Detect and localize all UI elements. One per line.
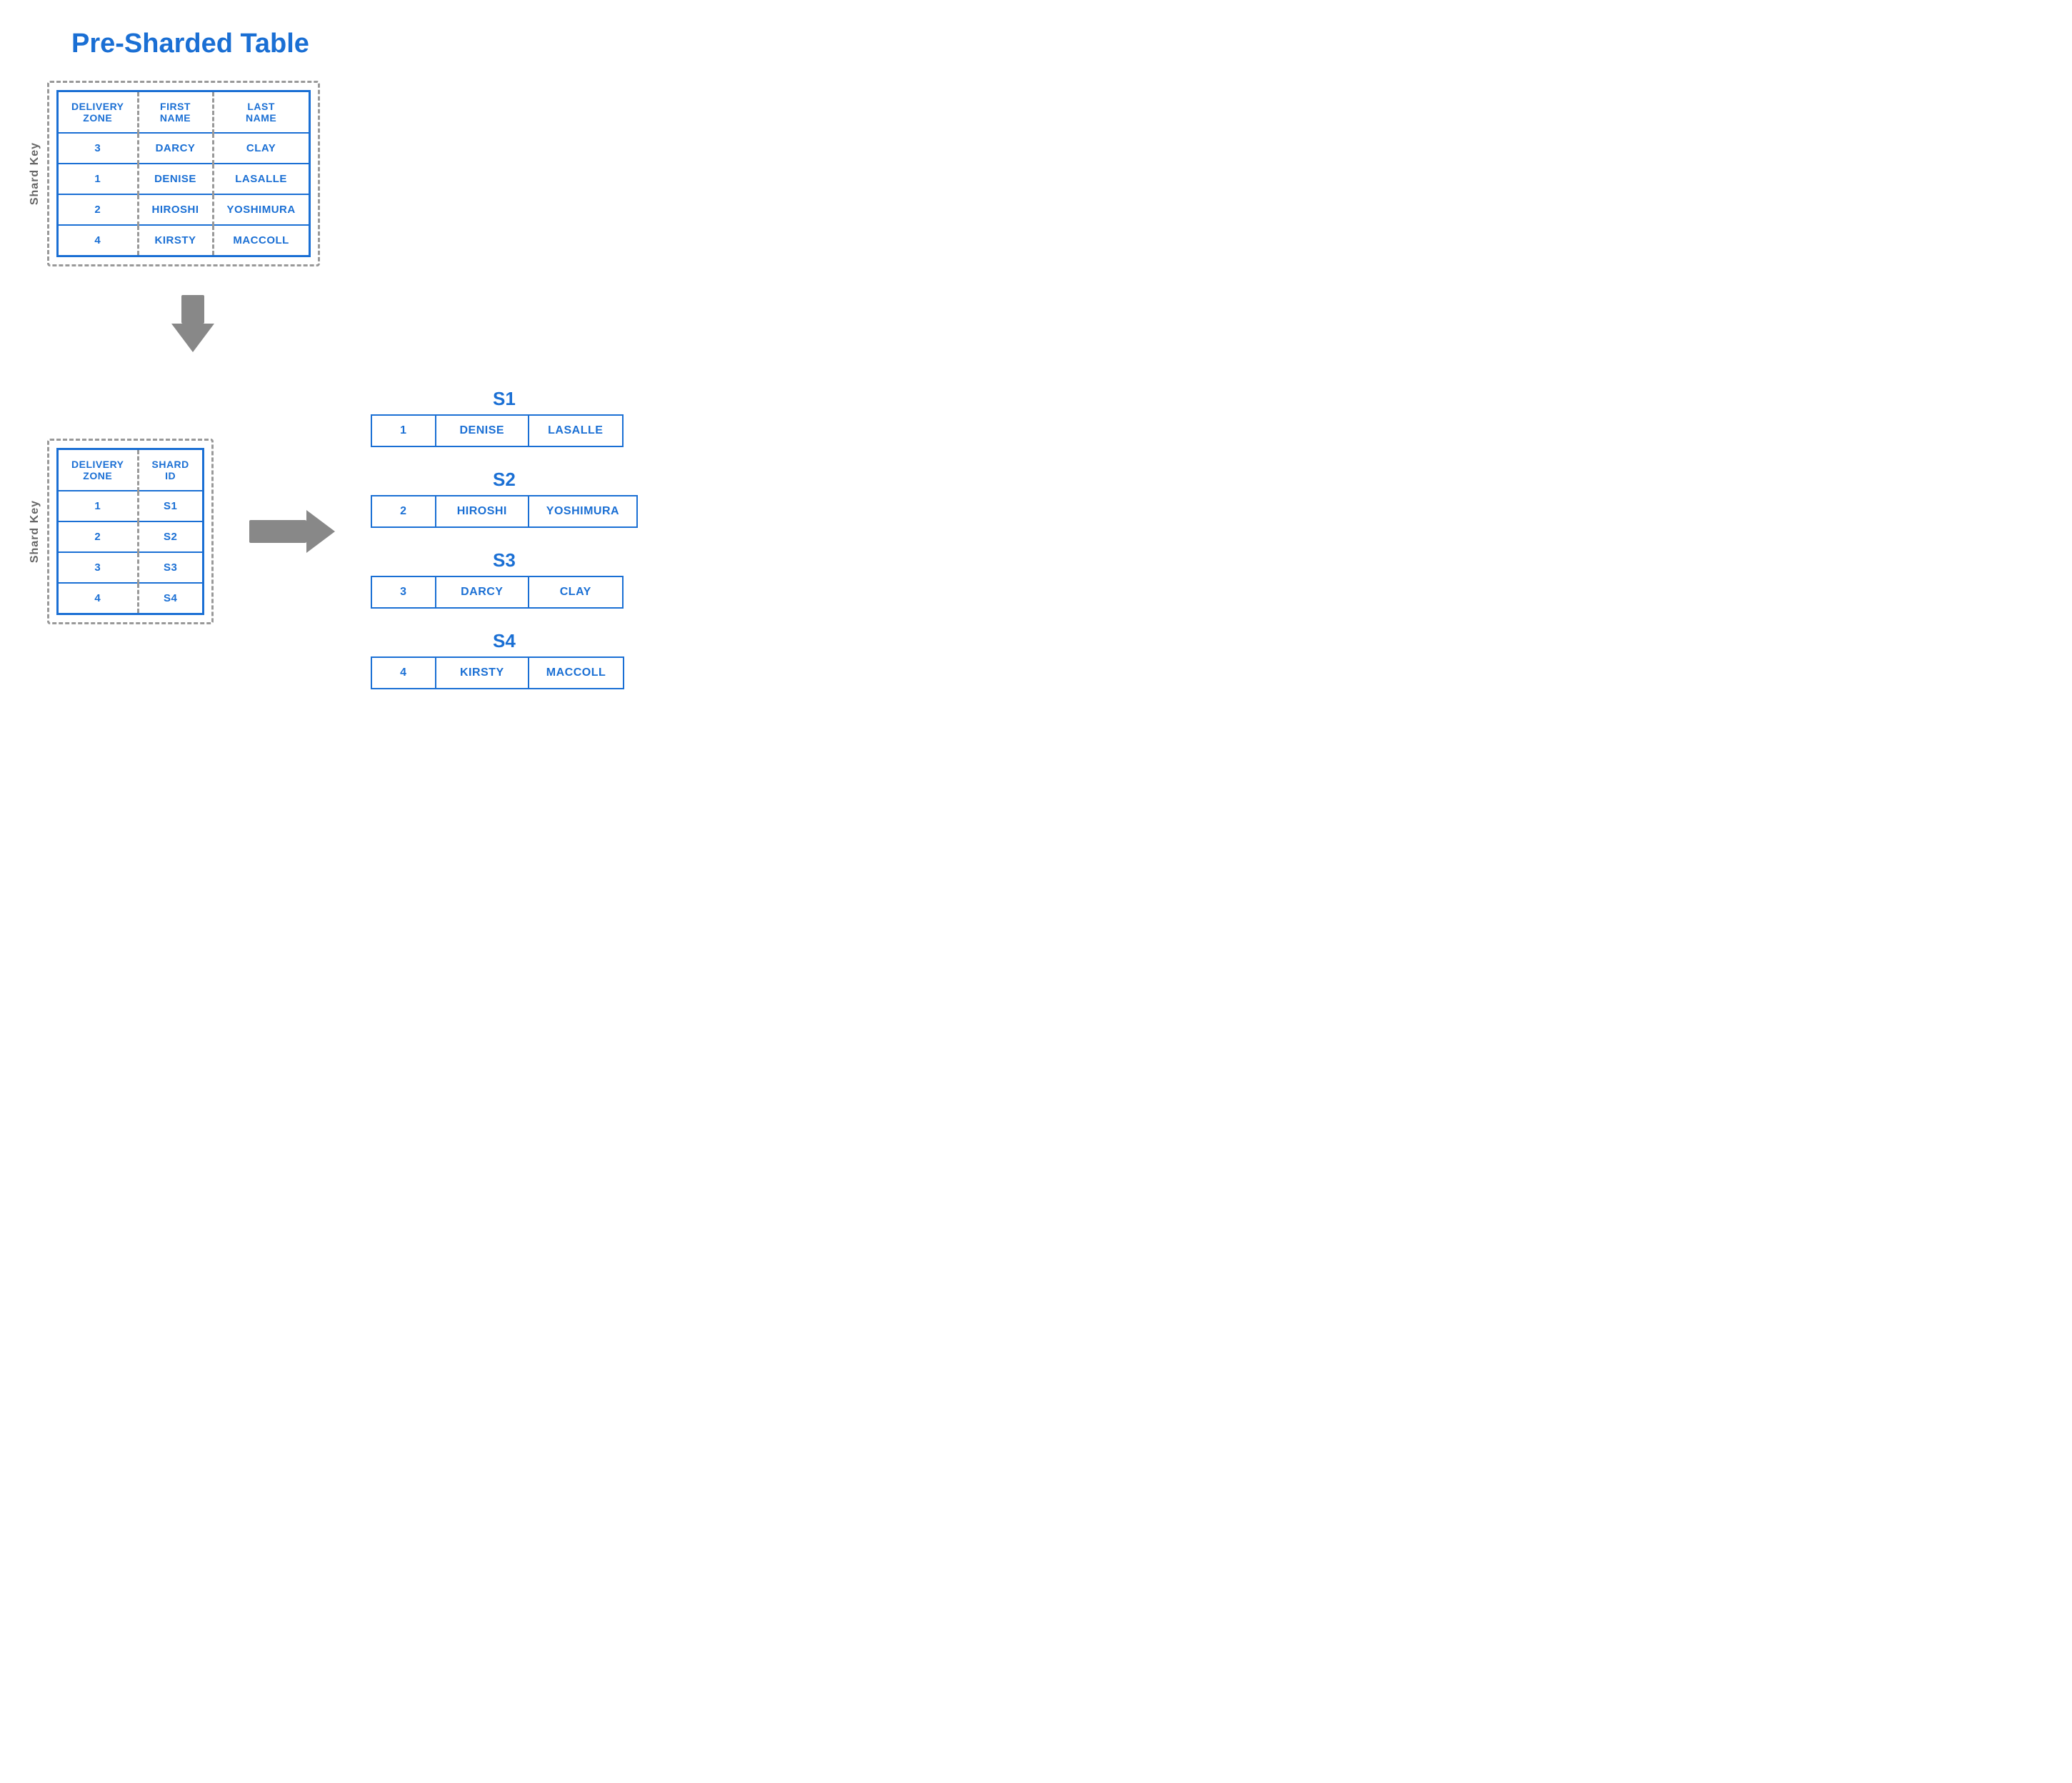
bottom-table-cell: 2 xyxy=(58,521,139,552)
top-table-cell: DARCY xyxy=(138,133,213,164)
arrow-down-icon xyxy=(171,295,214,352)
shard-group: S4 4KIRSTYMACCOLL xyxy=(371,630,638,689)
shard-cell: 4 xyxy=(372,658,436,688)
top-section: Shard Key DELIVERYZONE FIRSTNAME LASTNAM… xyxy=(29,81,800,266)
top-table-cell: KIRSTY xyxy=(138,225,213,256)
top-table-cell: 3 xyxy=(58,133,139,164)
top-table-cell: 2 xyxy=(58,194,139,225)
shard-row: 4KIRSTYMACCOLL xyxy=(371,656,624,689)
col-header-shard-id: SHARDID xyxy=(138,449,203,491)
bottom-table-cell: S3 xyxy=(138,552,203,583)
shard-cell: 2 xyxy=(372,496,436,526)
top-table-cell: 4 xyxy=(58,225,139,256)
top-table-cell: LASALLE xyxy=(213,164,309,194)
shard-title: S2 xyxy=(371,469,638,491)
shard-title: S3 xyxy=(371,549,638,571)
top-table-cell: 1 xyxy=(58,164,139,194)
shard-key-dashed-box-top: DELIVERYZONE FIRSTNAME LASTNAME 3DARCYCL… xyxy=(47,81,320,266)
bottom-table-cell: S1 xyxy=(138,491,203,521)
top-table-cell: DENISE xyxy=(138,164,213,194)
shard-title: S1 xyxy=(371,388,638,410)
arrow-right-icon xyxy=(249,510,335,553)
shard-cell: LASALLE xyxy=(529,416,622,446)
shard-cell: KIRSTY xyxy=(436,658,529,688)
top-table-cell: MACCOLL xyxy=(213,225,309,256)
shards-section: S1 1DENISELASALLE S2 2HIROSHIYOSHIMURA S3 3DA… xyxy=(371,388,638,689)
bottom-section: Shard Key DELIVERYZONE SHARDID 1S12S23S3… xyxy=(29,374,800,689)
shard-key-label-bottom: Shard Key xyxy=(29,500,41,563)
top-table-cell: CLAY xyxy=(213,133,309,164)
shard-group: S1 1DENISELASALLE xyxy=(371,388,638,447)
shard-cell: DENISE xyxy=(436,416,529,446)
shard-group: S2 2HIROSHIYOSHIMURA xyxy=(371,469,638,528)
shard-cell: 3 xyxy=(372,577,436,607)
shard-cell: DARCY xyxy=(436,577,529,607)
shard-mapping-container: Shard Key DELIVERYZONE SHARDID 1S12S23S3… xyxy=(29,439,214,624)
shard-key-dashed-box-bottom: DELIVERYZONE SHARDID 1S12S23S34S4 xyxy=(47,439,214,624)
shard-row: 1DENISELASALLE xyxy=(371,414,624,447)
bottom-table-cell: S4 xyxy=(138,583,203,614)
shard-cell: YOSHIMURA xyxy=(529,496,636,526)
pre-sharded-table: DELIVERYZONE FIRSTNAME LASTNAME 3DARCYCL… xyxy=(56,90,311,257)
bottom-table-cell: 4 xyxy=(58,583,139,614)
top-table-cell: HIROSHI xyxy=(138,194,213,225)
shard-key-label-top: Shard Key xyxy=(29,142,41,205)
shard-cell: CLAY xyxy=(529,577,622,607)
shard-mapping-table: DELIVERYZONE SHARDID 1S12S23S34S4 xyxy=(56,448,204,615)
shard-row: 2HIROSHIYOSHIMURA xyxy=(371,495,638,528)
col-header-delivery-zone: DELIVERYZONE xyxy=(58,91,139,134)
shard-group: S3 3DARCYCLAY xyxy=(371,549,638,609)
top-table-cell: YOSHIMURA xyxy=(213,194,309,225)
page-title: Pre-Sharded Table xyxy=(71,29,800,59)
bottom-table-cell: S2 xyxy=(138,521,203,552)
shard-title: S4 xyxy=(371,630,638,652)
bottom-table-cell: 3 xyxy=(58,552,139,583)
shard-row: 3DARCYCLAY xyxy=(371,576,624,609)
shard-cell: HIROSHI xyxy=(436,496,529,526)
col-header-last-name: LASTNAME xyxy=(213,91,309,134)
col-header-delivery-zone-2: DELIVERYZONE xyxy=(58,449,139,491)
col-header-first-name: FIRSTNAME xyxy=(138,91,213,134)
shard-cell: MACCOLL xyxy=(529,658,623,688)
bottom-table-cell: 1 xyxy=(58,491,139,521)
shard-cell: 1 xyxy=(372,416,436,446)
arrow-down-section xyxy=(171,295,800,352)
